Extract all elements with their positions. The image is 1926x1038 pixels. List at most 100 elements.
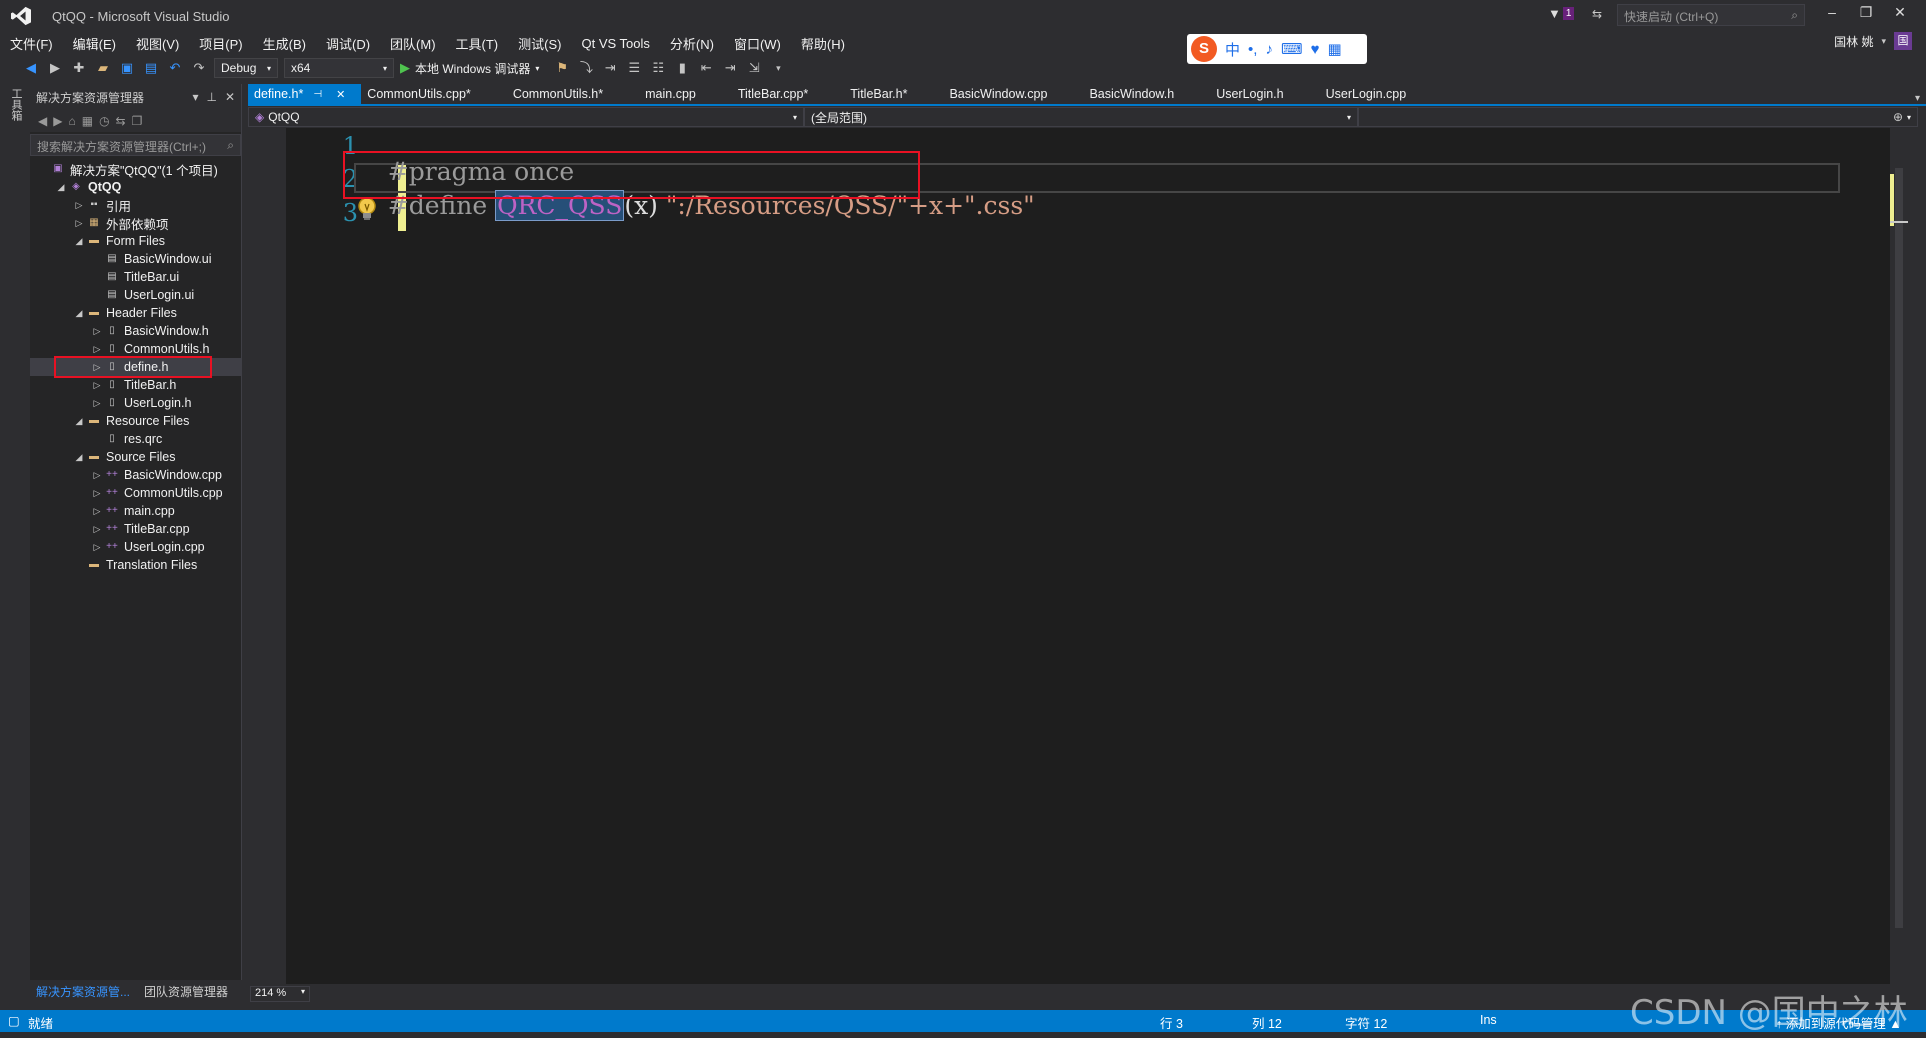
collapsed-arrow-icon[interactable]: ▷ [90,506,104,517]
step-over-icon[interactable]: ⇥ [601,59,619,77]
switch-views-icon[interactable]: ▦ [82,114,93,128]
document-tab[interactable]: BasicWindow.h [1083,84,1210,104]
tree-item[interactable]: ▯ res.qrc [30,430,241,448]
tree-item[interactable]: ▷ ▯ UserLogin.h [30,394,241,412]
collapsed-arrow-icon[interactable]: ▷ [90,326,104,337]
collapsed-arrow-icon[interactable]: ▷ [90,398,104,409]
pending-changes-filter-icon[interactable]: ◷ [99,114,109,128]
toolbox-tab[interactable]: 工具箱 [8,88,24,121]
member-select[interactable]: ▾ [1358,107,1918,127]
document-tab[interactable]: CommonUtils.h* [507,84,639,104]
document-tab[interactable]: define.h* ⊣ ✕ [248,84,362,104]
back-icon[interactable]: ◀ [22,59,40,77]
tree-item[interactable]: ▷ ++ TitleBar.cpp [30,520,241,538]
tree-item[interactable]: ▬ Translation Files [30,556,241,574]
chevron-down-icon[interactable]: ▾ [192,90,198,104]
menu-help[interactable]: 帮助(H) [801,34,845,53]
toolbar-overflow-icon[interactable]: ▾ [769,59,787,77]
menu-window[interactable]: 窗口(W) [734,34,781,53]
document-tab[interactable]: BasicWindow.cpp [943,84,1083,104]
tab-solution-explorer[interactable]: 解决方案资源管... [36,983,130,1000]
expanded-arrow-icon[interactable]: ◢ [72,452,86,463]
tree-item[interactable]: ▷ ▯ define.h [30,356,241,378]
zoom-select[interactable]: 214 % ▾ [250,985,310,1002]
forward-icon[interactable]: ▶ [46,59,64,77]
next-bookmark-icon[interactable]: ⇥ [721,59,739,77]
save-all-icon[interactable]: ▤ [142,59,160,77]
menu-test[interactable]: 测试(S) [518,34,561,53]
home-icon[interactable]: ⌂ [68,114,75,128]
tree-item[interactable]: ◢ ▬ Header Files [30,304,241,322]
indent-icon[interactable]: ☰ [625,59,643,77]
tree-item[interactable]: ▷ ▯ BasicWindow.h [30,322,241,340]
project-scope-select[interactable]: ◈ QtQQ ▾ [248,107,804,127]
menu-analyze[interactable]: 分析(N) [670,34,714,53]
collapse-all-icon[interactable]: ❐ [132,114,143,128]
tree-item[interactable]: ◢ ▬ Form Files [30,232,241,250]
solution-search-input[interactable]: 搜索解决方案资源管理器(Ctrl+;) ⌕ [30,134,241,156]
collapsed-arrow-icon[interactable]: ▷ [90,380,104,391]
tree-item[interactable]: ▷ ++ UserLogin.cpp [30,538,241,556]
close-window-button[interactable]: ✕ [1883,4,1917,21]
restore-button[interactable]: ❐ [1849,4,1883,21]
forward-icon[interactable]: ▶ [53,114,62,128]
close-icon[interactable]: ✕ [225,90,235,104]
tree-item[interactable]: ▷ ++ CommonUtils.cpp [30,484,241,502]
notifications-button[interactable]: ▼ 1 [1548,6,1575,21]
document-tab[interactable]: main.cpp [639,84,732,104]
expanded-arrow-icon[interactable]: ◢ [72,236,86,247]
menu-tools[interactable]: 工具(T) [456,34,499,53]
menu-team[interactable]: 团队(M) [390,34,436,53]
outdent-icon[interactable]: ☷ [649,59,667,77]
tab-overflow-icon[interactable]: ▾ [1915,93,1926,104]
output-window-icon[interactable]: ▢ [8,1013,20,1028]
attach-icon[interactable]: ⚑ [553,59,571,77]
vertical-scrollbar[interactable]: ⊕ [1890,110,1908,984]
bookmark-icon[interactable]: ▮ [673,59,691,77]
configuration-select[interactable]: Debug ▾ [214,58,278,78]
collapsed-arrow-icon[interactable]: ▷ [90,470,104,481]
collapsed-arrow-icon[interactable]: ▷ [90,524,104,535]
minimize-button[interactable]: – [1815,4,1849,21]
open-file-icon[interactable]: ▰ [94,59,112,77]
back-icon[interactable]: ◀ [38,114,47,128]
tree-item[interactable]: ▷ ▯ TitleBar.h [30,376,241,394]
tree-item[interactable]: ▤ BasicWindow.ui [30,250,241,268]
tree-item[interactable]: ◢ ◈ QtQQ [30,178,241,196]
prev-bookmark-icon[interactable]: ⇤ [697,59,715,77]
collapsed-arrow-icon[interactable]: ▷ [90,542,104,553]
menu-edit[interactable]: 编辑(E) [73,34,116,53]
pin-icon[interactable]: ⊥ [206,90,216,104]
code-editor[interactable]: 1 2 3 #pragma once #define QRC_QSS(x) ":… [248,110,1908,984]
scroll-thumb[interactable] [1895,168,1903,928]
start-debugging-button[interactable]: ▶ 本地 Windows 调试器 ▾ [400,60,539,77]
expanded-arrow-icon[interactable]: ◢ [54,182,68,193]
menu-build[interactable]: 生成(B) [263,34,306,53]
redo-icon[interactable]: ↷ [190,59,208,77]
menu-project[interactable]: 项目(P) [199,34,242,53]
tree-item[interactable]: ▷ ++ BasicWindow.cpp [30,466,241,484]
menu-file[interactable]: 文件(F) [10,34,53,53]
indicator-margin[interactable] [248,128,286,984]
undo-icon[interactable]: ↶ [166,59,184,77]
new-project-icon[interactable]: ✚ [70,59,88,77]
tree-item[interactable]: ▷ ▪▪ 引用 [30,196,241,214]
pin-tab-icon[interactable]: ⊣ [313,89,322,100]
collapsed-arrow-icon[interactable]: ▷ [90,488,104,499]
split-editor-icon[interactable]: ⊕ [1893,110,1903,124]
tree-item[interactable]: ▷ ▦ 外部依赖项 [30,214,241,232]
step-into-icon[interactable]: ⤵ [577,59,595,77]
collapsed-arrow-icon[interactable]: ▷ [72,200,86,211]
collapsed-arrow-icon[interactable]: ▷ [90,344,104,355]
tree-item[interactable]: ◢ ▬ Source Files [30,448,241,466]
expanded-arrow-icon[interactable]: ◢ [72,308,86,319]
platform-select[interactable]: x64 ▾ [284,58,394,78]
close-tab-icon[interactable]: ✕ [336,88,345,101]
tree-item[interactable]: ▷ ++ main.cpp [30,502,241,520]
quick-launch-input[interactable]: 快速启动 (Ctrl+Q) ⌕ [1617,4,1805,26]
global-scope-select[interactable]: (全局范围) ▾ [804,107,1358,127]
clear-bookmark-icon[interactable]: ⇲ [745,59,763,77]
tab-team-explorer[interactable]: 团队资源管理器 [144,983,228,1000]
expanded-arrow-icon[interactable]: ◢ [72,416,86,427]
menu-debug[interactable]: 调试(D) [326,34,370,53]
